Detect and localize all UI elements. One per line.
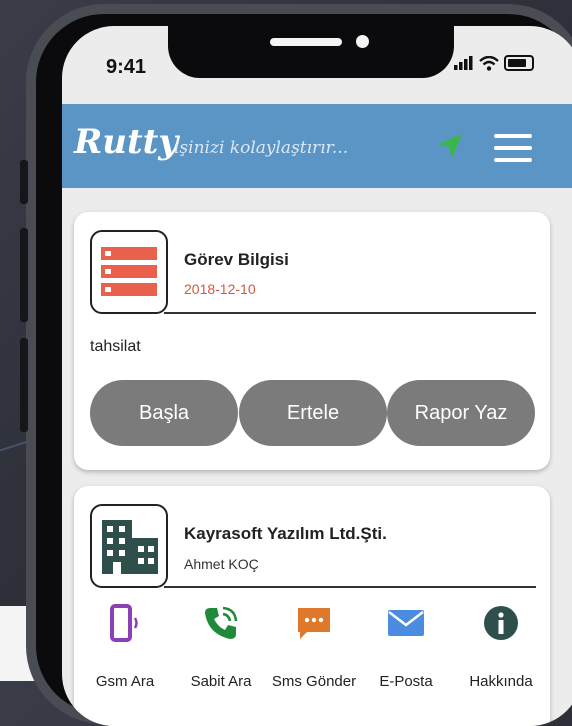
- sms-label: Sms Gönder: [271, 673, 357, 690]
- email-action[interactable]: E-Posta: [359, 604, 453, 690]
- about-action[interactable]: Hakkında: [454, 604, 548, 690]
- app-bar: Rutty işinizi kolaylaştırır...: [62, 104, 572, 188]
- sms-action[interactable]: Sms Gönder: [267, 604, 361, 690]
- status-time: 9:41: [106, 56, 147, 78]
- server-list-icon: [101, 247, 157, 296]
- sms-icon: [298, 608, 330, 639]
- camera: [356, 35, 369, 48]
- battery-icon: [504, 55, 534, 71]
- app-logo[interactable]: Rutty: [74, 122, 178, 162]
- signal-icon: [454, 56, 473, 70]
- volume-down-button: [20, 338, 28, 432]
- postpone-button[interactable]: Ertele: [239, 380, 387, 446]
- wifi-icon: [479, 55, 499, 71]
- email-label: E-Posta: [379, 673, 433, 690]
- mobile-phone-icon: [110, 604, 138, 642]
- phone-call-icon: [205, 606, 238, 639]
- task-card: Görev Bilgisi 2018-12-10 tahsilat Başla …: [74, 212, 550, 470]
- mail-icon: [388, 610, 424, 636]
- task-icon-box: [90, 230, 168, 314]
- customer-icon-box: [90, 504, 168, 588]
- location-arrow-icon[interactable]: [436, 132, 464, 160]
- mute-switch: [20, 160, 28, 204]
- speaker: [270, 38, 342, 46]
- info-icon: [484, 606, 518, 640]
- customer-contact: Ahmet KOÇ: [184, 556, 259, 572]
- customer-name: Kayrasoft Yazılım Ltd.Şti.: [184, 524, 387, 543]
- notch: [168, 26, 454, 78]
- about-label: Hakkında: [469, 673, 533, 690]
- landline-call-label: Sabit Ara: [190, 673, 252, 690]
- app-tagline: işinizi kolaylaştırır...: [174, 138, 349, 158]
- gsm-call-action[interactable]: Gsm Ara: [78, 604, 172, 690]
- phone-screen: 9:41 Rutty işinizi kolaylaştırır... Göre…: [62, 26, 572, 726]
- task-description: tahsilat: [90, 338, 141, 355]
- volume-up-button: [20, 228, 28, 322]
- hamburger-menu-icon[interactable]: [494, 134, 532, 162]
- customer-divider: [164, 586, 536, 588]
- status-icons: [454, 55, 534, 71]
- task-title: Görev Bilgisi: [184, 250, 289, 269]
- building-icon: [102, 520, 158, 574]
- task-divider: [164, 312, 536, 314]
- write-report-button[interactable]: Rapor Yaz: [387, 380, 535, 446]
- gsm-call-label: Gsm Ara: [95, 673, 155, 690]
- customer-card: Kayrasoft Yazılım Ltd.Şti. Ahmet KOÇ Gsm…: [74, 486, 550, 726]
- task-date: 2018-12-10: [184, 281, 256, 297]
- landline-call-action[interactable]: Sabit Ara: [174, 604, 268, 690]
- start-button[interactable]: Başla: [90, 380, 238, 446]
